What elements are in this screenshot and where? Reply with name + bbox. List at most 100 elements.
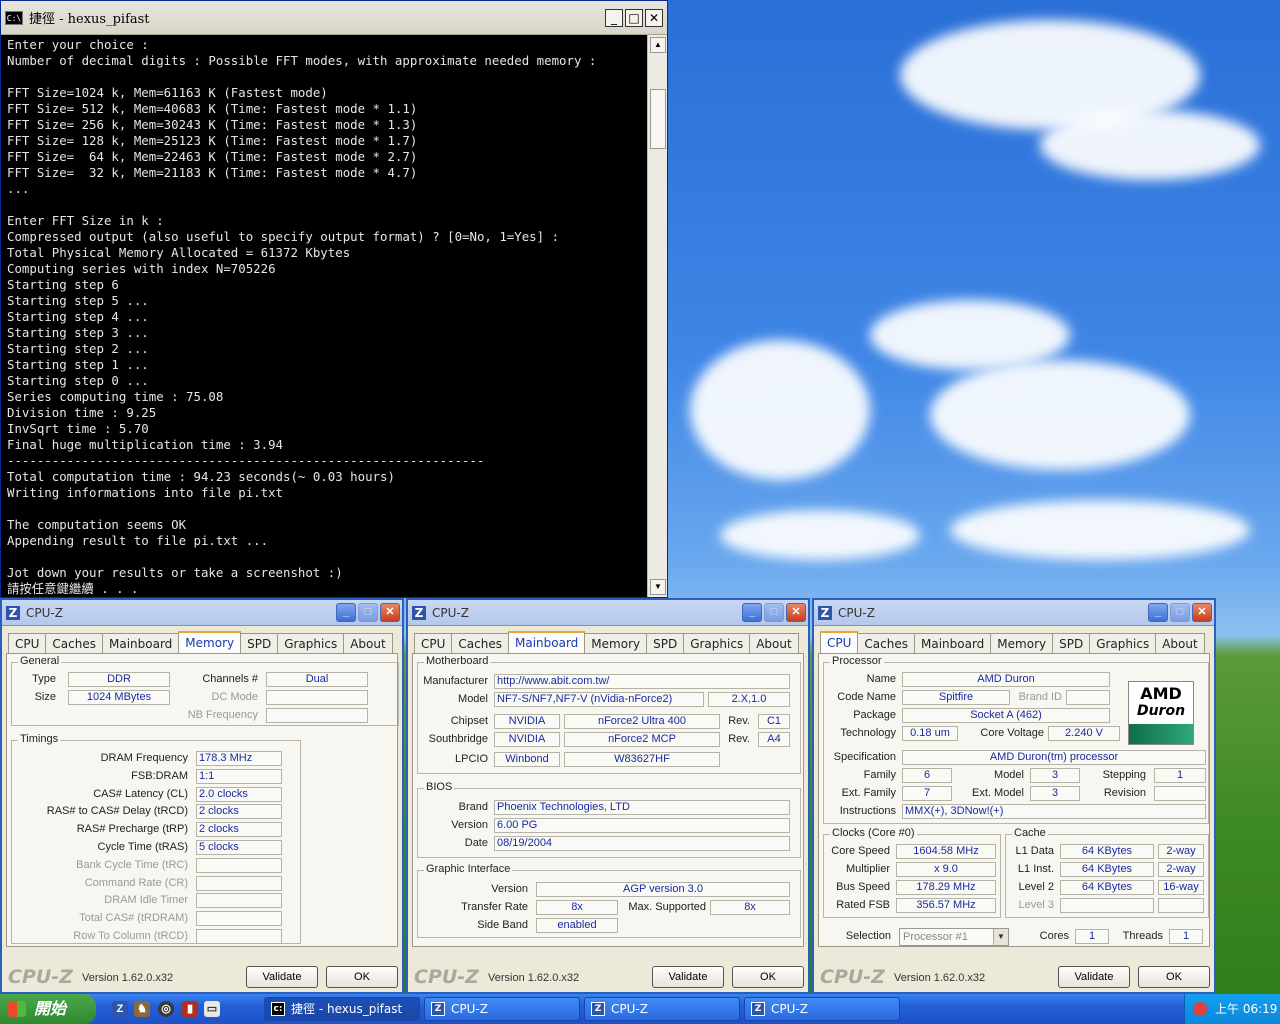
close-button[interactable]: ✕ xyxy=(645,9,663,27)
stepping-value: 1 xyxy=(1154,768,1206,783)
console-line: Series computing time : 75.08 xyxy=(7,389,224,404)
tab-memory[interactable]: Memory xyxy=(584,633,648,653)
tab-spd[interactable]: SPD xyxy=(240,633,279,653)
tab-mainboard[interactable]: Mainboard xyxy=(913,633,992,653)
side-band-label: Side Band xyxy=(477,919,528,931)
maximize-button: □ xyxy=(764,603,784,622)
cloud xyxy=(870,300,1070,370)
cpuz-window-mainboard[interactable]: Z CPU-Z _ □ ✕ CPU Caches Mainboard Memor… xyxy=(406,598,810,994)
taskbar-item-cpuz[interactable]: Z CPU-Z xyxy=(424,997,580,1021)
tab-about[interactable]: About xyxy=(749,633,799,653)
taskbar: 開始 Z ♞ ◎ ▮ ▭ c: 捷徑 - hexus_pifast Z CPU-… xyxy=(0,994,1280,1024)
cpuz-titlebar[interactable]: Z CPU-Z _ □ ✕ xyxy=(2,600,402,626)
console-window[interactable]: C:\ 捷徑 - hexus_pifast _ □ ✕ Enter your c… xyxy=(0,0,668,598)
taskbar-item-console[interactable]: c: 捷徑 - hexus_pifast xyxy=(264,997,420,1021)
tab-graphics[interactable]: Graphics xyxy=(1089,633,1157,653)
tab-graphics[interactable]: Graphics xyxy=(683,633,751,653)
console-line: Total computation time : 94.23 seconds(~… xyxy=(7,469,395,484)
rated-fsb-label: Rated FSB xyxy=(836,899,890,911)
console-titlebar[interactable]: C:\ 捷徑 - hexus_pifast _ □ ✕ xyxy=(1,1,667,35)
quicklaunch-window-icon[interactable]: ▭ xyxy=(204,1001,220,1017)
close-button[interactable]: ✕ xyxy=(1192,603,1212,622)
console-line: Appending result to file pi.txt ... xyxy=(7,533,269,548)
console-line: Writing informations into file pi.txt xyxy=(7,485,284,500)
validate-button[interactable]: Validate xyxy=(246,966,318,988)
quicklaunch-disc-icon[interactable]: ◎ xyxy=(158,1001,174,1017)
minimize-button[interactable]: _ xyxy=(336,603,356,622)
group-label: Processor xyxy=(830,655,884,667)
quicklaunch-tool-icon[interactable]: ▮ xyxy=(182,1001,198,1017)
tab-mainboard[interactable]: Mainboard xyxy=(101,633,180,653)
minimize-button[interactable]: _ xyxy=(1148,603,1168,622)
timing-value: 2.0 clocks xyxy=(196,786,282,802)
l1-inst-assoc: 2-way xyxy=(1158,862,1204,877)
minimize-button[interactable]: _ xyxy=(742,603,762,622)
instructions-label: Instructions xyxy=(839,805,896,817)
tab-about[interactable]: About xyxy=(1155,633,1205,653)
console-output[interactable]: Enter your choice : Number of decimal dig… xyxy=(1,35,647,597)
tab-memory[interactable]: Memory xyxy=(178,631,242,653)
cpuz-logo: CPU-Z xyxy=(414,966,479,988)
chipset-label: Chipset xyxy=(450,715,488,727)
chevron-down-icon[interactable]: ▼ xyxy=(993,929,1008,945)
console-line: FFT Size=1024 k, Mem=61163 K (Fastest mo… xyxy=(7,85,328,100)
cpuz-titlebar[interactable]: Z CPU-Z _ □ ✕ xyxy=(814,600,1214,626)
processor-select[interactable]: Processor #1 ▼ xyxy=(899,928,1009,946)
validate-button[interactable]: Validate xyxy=(1058,966,1130,988)
scroll-thumb[interactable] xyxy=(650,89,666,149)
name-label: Name xyxy=(866,673,896,685)
console-line: FFT Size= 512 k, Mem=40683 K (Time: Fast… xyxy=(7,101,418,116)
maximize-button[interactable]: □ xyxy=(625,9,643,27)
cpu-panel: Processor Name AMD Duron Code Name Spitf… xyxy=(818,653,1210,947)
console-scrollbar[interactable]: ▲ ▼ xyxy=(647,35,667,597)
tab-memory[interactable]: Memory xyxy=(990,633,1054,653)
tab-caches[interactable]: Caches xyxy=(45,633,103,653)
minimize-button[interactable]: _ xyxy=(605,9,623,27)
clock[interactable]: 上午 06:19 xyxy=(1215,1002,1277,1016)
tab-graphics[interactable]: Graphics xyxy=(277,633,345,653)
tab-caches[interactable]: Caches xyxy=(451,633,509,653)
cpuz-titlebar[interactable]: Z CPU-Z _ □ ✕ xyxy=(408,600,808,626)
close-button[interactable]: ✕ xyxy=(380,603,400,622)
channels-value: Dual xyxy=(266,672,368,687)
console-line: Enter FFT Size in k : xyxy=(7,213,164,228)
tab-caches[interactable]: Caches xyxy=(857,633,915,653)
tab-cpu[interactable]: CPU xyxy=(8,633,47,653)
scroll-up-arrow-icon[interactable]: ▲ xyxy=(650,37,666,53)
close-button[interactable]: ✕ xyxy=(786,603,806,622)
quicklaunch-app-icon[interactable]: ♞ xyxy=(134,1001,150,1017)
tab-spd[interactable]: SPD xyxy=(1052,633,1091,653)
windows-flag-icon xyxy=(8,1001,26,1017)
tab-cpu[interactable]: CPU xyxy=(820,631,859,653)
cpuz-z-icon: Z xyxy=(431,1002,445,1016)
taskbar-item-cpuz[interactable]: Z CPU-Z xyxy=(744,997,900,1021)
tab-cpu[interactable]: CPU xyxy=(414,633,453,653)
validate-button[interactable]: Validate xyxy=(652,966,724,988)
tab-spd[interactable]: SPD xyxy=(646,633,685,653)
console-line: 請按任意鍵繼續 . . . xyxy=(7,581,139,596)
cpuz-z-icon: Z xyxy=(751,1002,765,1016)
group-label: Motherboard xyxy=(424,655,491,667)
bus-speed-value: 178.29 MHz xyxy=(896,880,996,895)
scroll-down-arrow-icon[interactable]: ▼ xyxy=(650,579,666,595)
tab-mainboard[interactable]: Mainboard xyxy=(507,631,586,653)
timing-value: 178.3 MHz xyxy=(196,751,282,766)
taskbar-item-cpuz[interactable]: Z CPU-Z xyxy=(584,997,740,1021)
multiplier-label: Multiplier xyxy=(845,863,890,875)
cpuz-window-memory[interactable]: Z CPU-Z _ □ ✕ CPU Caches Mainboard Memor… xyxy=(0,598,404,994)
timing-label: Row To Column (tRCD) xyxy=(73,930,188,942)
quicklaunch-cpuz-icon[interactable]: Z xyxy=(112,1001,128,1017)
ok-button[interactable]: OK xyxy=(326,966,398,988)
tray-icon[interactable] xyxy=(1193,1002,1207,1016)
ok-button[interactable]: OK xyxy=(1138,966,1210,988)
timing-label: Bank Cycle Time (tRC) xyxy=(76,858,188,871)
tab-about[interactable]: About xyxy=(343,633,393,653)
bios-date-value: 08/19/2004 xyxy=(494,836,790,851)
ok-button[interactable]: OK xyxy=(732,966,804,988)
cpuz-window-cpu[interactable]: Z CPU-Z _ □ ✕ CPU Caches Mainboard Memor… xyxy=(812,598,1216,994)
bios-date-label: Date xyxy=(464,837,488,849)
start-button[interactable]: 開始 xyxy=(0,994,96,1024)
l1-data-value: 64 KBytes xyxy=(1060,844,1154,859)
console-icon: C:\ xyxy=(5,10,23,25)
